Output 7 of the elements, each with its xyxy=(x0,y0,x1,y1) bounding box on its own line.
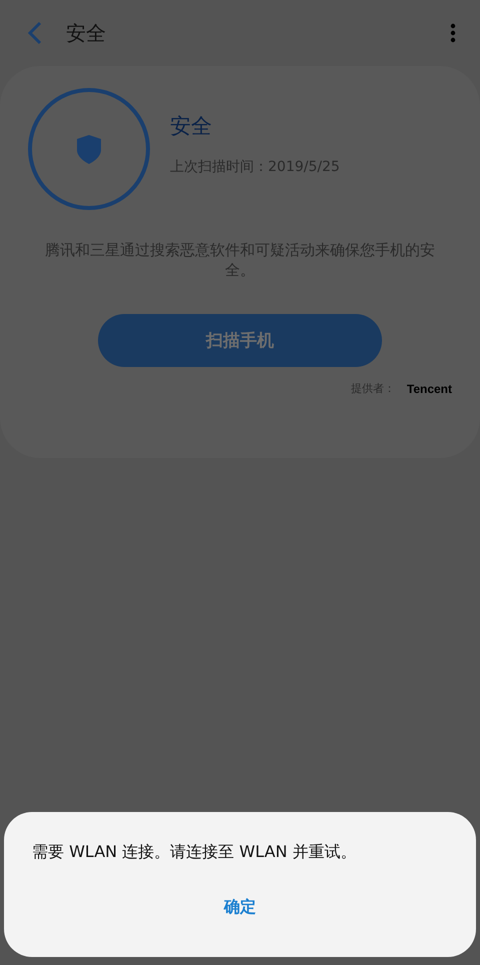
confirm-button[interactable]: 确定 xyxy=(208,891,272,924)
status-title: 安全 xyxy=(170,113,213,140)
dialog-message: 需要 WLAN 连接。请连接至 WLAN 并重试。 xyxy=(31,841,358,863)
header-title: 安全 xyxy=(66,20,107,46)
provider-name: Tencent xyxy=(406,382,452,396)
more-options-icon[interactable] xyxy=(450,23,456,43)
shield-icon xyxy=(77,134,101,164)
